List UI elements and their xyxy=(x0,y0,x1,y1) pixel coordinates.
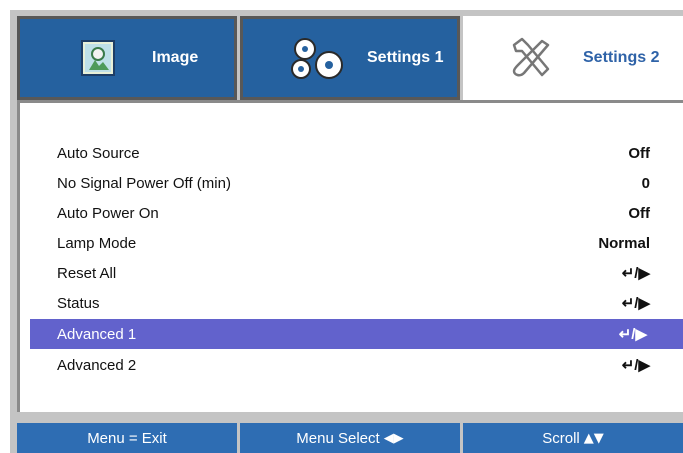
hint-menu-exit: Menu = Exit xyxy=(17,423,237,453)
image-icon xyxy=(78,37,118,79)
tab-label: Settings 1 xyxy=(367,49,444,66)
menu-item-auto-source[interactable]: Auto Source Off xyxy=(20,138,683,168)
hint-menu-select: Menu Select ◀▶ xyxy=(240,423,460,453)
left-right-arrows-icon: ◀▶ xyxy=(383,430,404,446)
enter-arrow-icon: ↵/▶ xyxy=(621,295,650,312)
enter-arrow-icon: ↵/▶ xyxy=(621,265,650,282)
hint-label: Menu = Exit xyxy=(87,429,167,447)
menu-item-advanced-2[interactable]: Advanced 2 ↵/▶ xyxy=(20,350,683,380)
menu-item-label: Advanced 2 xyxy=(57,356,137,374)
menu-item-label: Reset All xyxy=(57,264,117,282)
tab-image[interactable]: Image xyxy=(17,16,237,100)
hint-scroll: Scroll ▲▼ xyxy=(463,423,683,453)
menu-item-label: Lamp Mode xyxy=(57,234,137,252)
menu-item-status[interactable]: Status ↵/▶ xyxy=(20,288,683,318)
menu-item-label: No Signal Power Off (min) xyxy=(57,174,231,192)
menu-item-label: Status xyxy=(57,294,100,312)
menu-item-label: Auto Source xyxy=(57,144,140,162)
hint-label: Scroll xyxy=(542,429,580,447)
menu-item-lamp-mode[interactable]: Lamp Mode Normal xyxy=(20,228,683,258)
up-down-arrows-icon: ▲▼ xyxy=(583,430,604,446)
tab-settings-2[interactable]: Settings 2 xyxy=(463,16,683,100)
menu-item-auto-power-on[interactable]: Auto Power On Off xyxy=(20,198,683,228)
menu-item-label: Auto Power On xyxy=(57,204,159,222)
menu-item-label: Advanced 1 xyxy=(57,325,137,343)
menu-item-no-signal-power-off[interactable]: No Signal Power Off (min) 0 xyxy=(20,168,683,198)
tab-settings-1[interactable]: Settings 1 xyxy=(240,16,460,100)
menu-item-value: Normal xyxy=(598,234,650,252)
menu-item-value: 0 xyxy=(641,174,650,192)
tab-label: Image xyxy=(152,49,199,66)
tools-icon xyxy=(507,34,553,80)
enter-arrow-icon: ↵/▶ xyxy=(618,326,647,343)
menu-item-value: Off xyxy=(628,204,650,222)
gears-icon xyxy=(287,35,347,83)
menu-item-reset-all[interactable]: Reset All ↵/▶ xyxy=(20,258,683,288)
menu-item-advanced-1[interactable]: Advanced 1 ↵/▶ xyxy=(30,319,683,349)
hint-label: Menu Select xyxy=(296,429,380,447)
tab-label: Settings 2 xyxy=(583,49,660,66)
enter-arrow-icon: ↵/▶ xyxy=(621,357,650,374)
menu-item-value: Off xyxy=(628,144,650,162)
